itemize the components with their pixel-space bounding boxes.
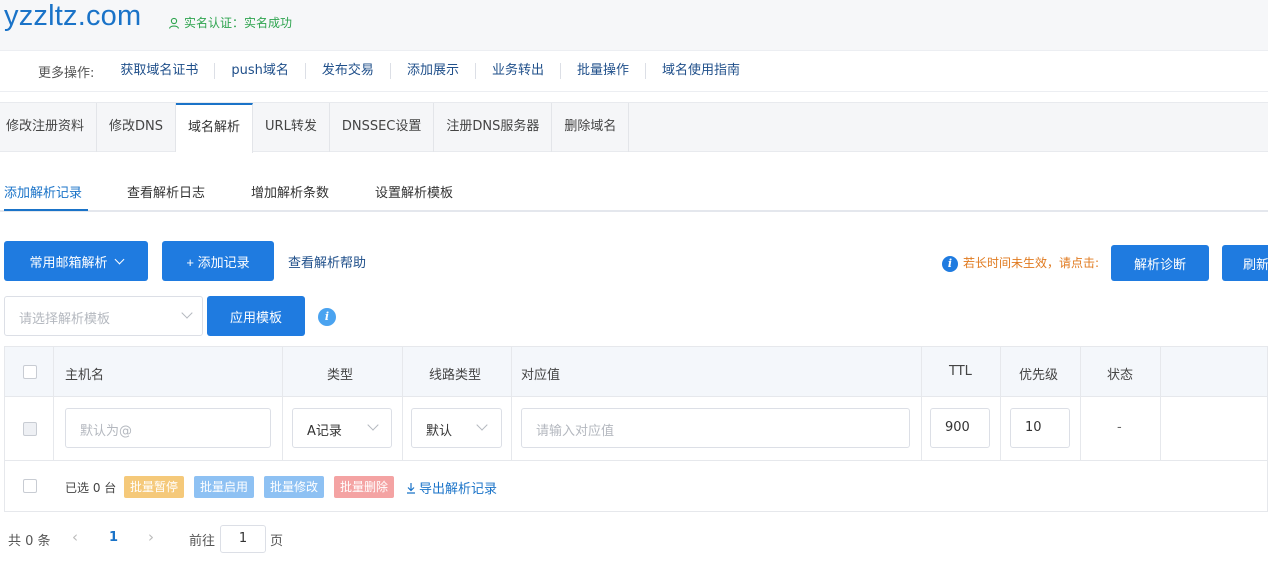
batch-enable-button[interactable]: 批量启用 [194, 476, 255, 498]
status-value: - [1117, 420, 1122, 435]
next-page-icon[interactable]: › [148, 528, 154, 546]
diagnose-button[interactable]: 解析诊断 [1111, 245, 1209, 281]
apply-template-button[interactable]: 应用模板 [207, 296, 305, 336]
th-host: 主机名 [65, 368, 105, 383]
th-type: 类型 [327, 368, 354, 383]
row-checkbox[interactable] [23, 422, 37, 436]
domain-header: yzzltz.com 实名认证：实名成功 [0, 0, 1268, 50]
chevron-down-icon [476, 419, 488, 431]
download-icon [407, 482, 415, 494]
ttl-value: 900 [945, 420, 970, 435]
value-placeholder: 请输入对应值 [536, 424, 615, 439]
verify-status: 实名认证：实名成功 [168, 14, 292, 31]
batch-pause-button[interactable]: 批量暂停 [124, 476, 185, 498]
selected-count: 已选 0 台 [65, 481, 117, 495]
subtab-view-log[interactable]: 查看解析日志 [127, 182, 205, 201]
refresh-button[interactable]: 刷新 [1222, 245, 1268, 281]
batch-delete-button[interactable]: 批量删除 [334, 476, 395, 498]
common-mail-label: 常用邮箱解析 [29, 254, 108, 270]
table-row: 默认为@ A记录 默认 请输入对应值 900 10 - [5, 397, 1267, 461]
export-label: 导出解析记录 [419, 482, 498, 497]
tab-edit-registration[interactable]: 修改注册资料 [0, 103, 98, 152]
main-tabs: 修改注册资料 修改DNS 域名解析 URL转发 DNSSEC设置 注册DNS服务… [0, 102, 1268, 153]
subtab-add-quota[interactable]: 增加解析条数 [251, 182, 329, 201]
current-page[interactable]: 1 [109, 530, 118, 545]
th-priority: 优先级 [1019, 368, 1059, 383]
more-ops-label: 更多操作: [38, 65, 95, 81]
type-value: A记录 [307, 424, 342, 439]
tab-domain-resolution[interactable]: 域名解析 [176, 103, 254, 153]
chevron-down-icon [367, 419, 379, 431]
host-placeholder: 默认为@ [80, 424, 133, 439]
table-header: 主机名 类型 线路类型 对应值 TTL 优先级 状态 [5, 347, 1267, 397]
add-record-button[interactable]: + 添加记录 [162, 241, 274, 281]
verify-text: 实名认证：实名成功 [184, 16, 293, 30]
ttl-input[interactable]: 900 [930, 408, 990, 448]
template-placeholder: 请选择解析模板 [19, 312, 111, 327]
footer-select-checkbox[interactable] [23, 479, 37, 493]
tab-dnssec[interactable]: DNSSEC设置 [330, 103, 435, 152]
prev-page-icon[interactable]: ‹ [72, 528, 78, 546]
sub-tabs: 添加解析记录 查看解析日志 增加解析条数 设置解析模板 [0, 172, 1268, 212]
batch-modify-button[interactable]: 批量修改 [264, 476, 325, 498]
subtab-add-record[interactable]: 添加解析记录 [4, 182, 82, 201]
th-value: 对应值 [521, 368, 561, 383]
common-mail-button[interactable]: 常用邮箱解析 [4, 241, 148, 281]
op-get-certificate[interactable]: 获取域名证书 [104, 63, 216, 79]
op-push-domain[interactable]: push域名 [215, 63, 306, 79]
warn-text: 若长时间未生效，请点击: [963, 256, 1100, 270]
user-icon [168, 17, 180, 29]
active-tab-underline [4, 209, 88, 211]
priority-value: 10 [1025, 420, 1042, 435]
value-input[interactable]: 请输入对应值 [521, 408, 910, 448]
subtab-set-template[interactable]: 设置解析模板 [375, 182, 453, 201]
priority-input[interactable]: 10 [1010, 408, 1070, 448]
tab-edit-dns[interactable]: 修改DNS [97, 103, 177, 152]
more-operations-bar: 更多操作: 获取域名证书 push域名 发布交易 添加展示 业务转出 批量操作 … [0, 50, 1268, 92]
th-ttl: TTL [949, 364, 972, 379]
chevron-down-icon [181, 307, 193, 319]
resolution-help-link[interactable]: 查看解析帮助 [288, 252, 366, 271]
line-select[interactable]: 默认 [411, 408, 502, 448]
op-batch[interactable]: 批量操作 [561, 63, 646, 79]
host-input[interactable]: 默认为@ [65, 408, 271, 448]
domain-title: yzzltz.com [4, 0, 142, 32]
op-add-display[interactable]: 添加展示 [391, 63, 476, 79]
template-select[interactable]: 请选择解析模板 [4, 296, 203, 336]
th-status: 状态 [1107, 368, 1134, 383]
tab-url-forward[interactable]: URL转发 [253, 103, 330, 152]
info-icon: i [942, 256, 958, 272]
th-line: 线路类型 [429, 368, 482, 383]
chevron-down-icon [114, 254, 124, 264]
goto-page-input[interactable]: 1 [220, 525, 266, 553]
tab-register-dns-server[interactable]: 注册DNS服务器 [434, 103, 553, 152]
template-info-icon[interactable]: i [318, 308, 336, 326]
op-domain-guide[interactable]: 域名使用指南 [646, 63, 756, 79]
export-records-link[interactable]: 导出解析记录 [405, 478, 497, 497]
records-table: 主机名 类型 线路类型 对应值 TTL 优先级 状态 默认为@ A记录 默认 请… [4, 346, 1268, 512]
op-publish-trade[interactable]: 发布交易 [306, 63, 391, 79]
select-all-checkbox[interactable] [23, 365, 37, 379]
tab-delete-domain[interactable]: 删除域名 [552, 103, 630, 152]
page-unit: 页 [270, 534, 284, 549]
type-select[interactable]: A记录 [292, 408, 392, 448]
line-value: 默认 [426, 424, 453, 439]
total-count: 共 0 条 [8, 534, 51, 549]
op-transfer-out[interactable]: 业务转出 [476, 63, 561, 79]
goto-label: 前往 [189, 534, 216, 549]
